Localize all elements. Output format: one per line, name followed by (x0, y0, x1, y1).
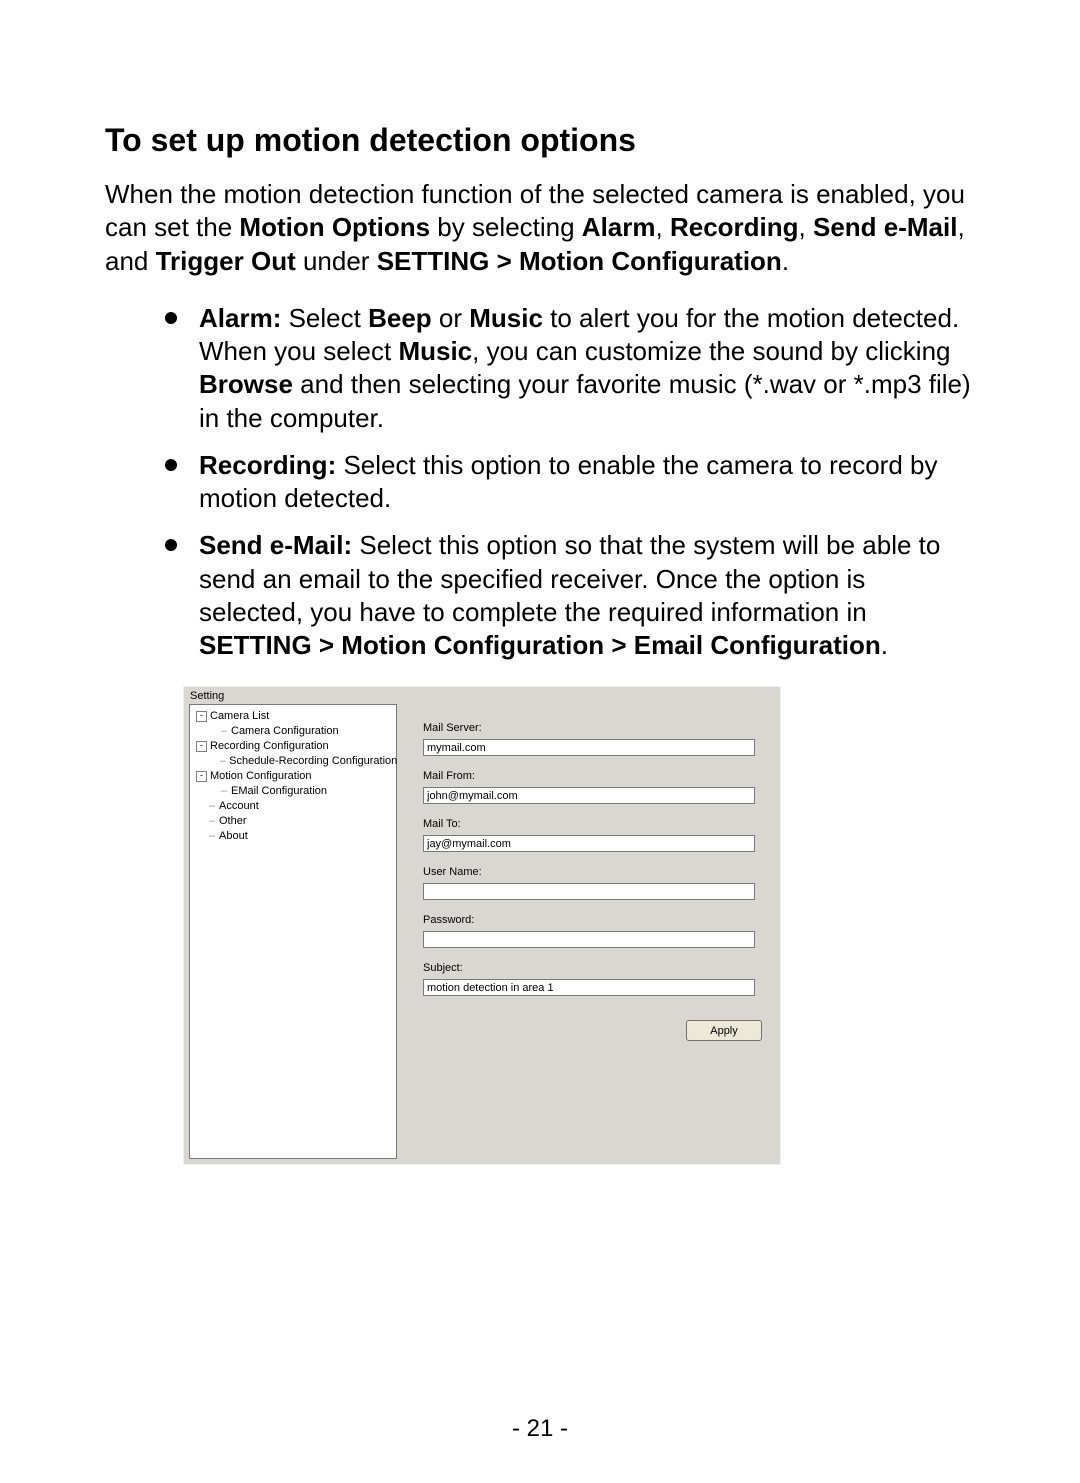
tree-item-recording-config[interactable]: - Recording Configuration (196, 739, 392, 754)
tree-label: Schedule-Recording Configuration (229, 754, 397, 769)
tree-label: EMail Configuration (231, 784, 327, 799)
intro-text: , (656, 212, 670, 242)
bullet-bold: Beep (368, 303, 432, 333)
tree-branch-icon: – (220, 754, 226, 769)
mail-server-input[interactable] (423, 739, 755, 756)
tree-item-schedule-recording[interactable]: – Schedule-Recording Configuration (196, 754, 392, 769)
tree-item-motion-config[interactable]: - Motion Configuration (196, 769, 392, 784)
apply-button[interactable]: Apply (686, 1020, 762, 1041)
tree-label: Camera List (210, 709, 269, 724)
tree-label: Other (219, 814, 247, 829)
bullet-recording: Recording: Select this option to enable … (165, 449, 975, 516)
tree-label: Camera Configuration (231, 724, 339, 739)
tree-item-account[interactable]: – Account (196, 799, 392, 814)
password-label: Password: (423, 914, 762, 926)
password-input[interactable] (423, 931, 755, 948)
bullet-bold: Music (469, 303, 543, 333)
settings-header: Setting (184, 687, 780, 704)
page-number: - 21 - (0, 1415, 1080, 1443)
bullet-bold: Music (398, 336, 472, 366)
tree-item-email-config[interactable]: – EMail Configuration (196, 784, 392, 799)
intro-text: under (296, 246, 377, 276)
mail-to-input[interactable] (423, 835, 755, 852)
tree-item-about[interactable]: – About (196, 829, 392, 844)
tree-item-camera-config[interactable]: – Camera Configuration (196, 724, 392, 739)
intro-paragraph: When the motion detection function of th… (105, 178, 975, 278)
bullet-alarm: Alarm: Select Beep or Music to alert you… (165, 302, 975, 435)
tree-label: About (219, 829, 248, 844)
intro-bold: Send e-Mail (813, 212, 957, 242)
intro-bold: Motion Options (239, 212, 430, 242)
bullet-lead: Alarm: (199, 303, 281, 333)
mail-to-label: Mail To: (423, 818, 762, 830)
tree-item-camera-list[interactable]: - Camera List (196, 709, 392, 724)
bullet-text: and then selecting your favorite music (… (199, 369, 971, 432)
bullet-text: . (881, 630, 888, 660)
bullet-bold: Browse (199, 369, 293, 399)
bullet-text: or (432, 303, 470, 333)
user-name-input[interactable] (423, 883, 755, 900)
user-name-label: User Name: (423, 866, 762, 878)
intro-bold: Trigger Out (156, 246, 296, 276)
document-page: To set up motion detection options When … (0, 0, 1080, 1483)
tree-collapse-icon[interactable]: - (196, 711, 207, 722)
settings-tree[interactable]: - Camera List – Camera Configuration - R… (189, 704, 397, 1159)
page-title: To set up motion detection options (105, 120, 975, 160)
intro-bold: Alarm (582, 212, 656, 242)
subject-label: Subject: (423, 962, 762, 974)
mail-from-input[interactable] (423, 787, 755, 804)
tree-label: Account (219, 799, 259, 814)
bullet-lead: Recording: (199, 450, 336, 480)
mail-server-label: Mail Server: (423, 722, 762, 734)
subject-input[interactable] (423, 979, 755, 996)
tree-branch-icon: – (208, 829, 216, 844)
bullet-text: Select (281, 303, 368, 333)
bullet-list: Alarm: Select Beep or Music to alert you… (105, 302, 975, 663)
mail-from-label: Mail From: (423, 770, 762, 782)
tree-branch-icon: – (220, 724, 228, 739)
intro-text: , (799, 212, 813, 242)
tree-branch-icon: – (208, 814, 216, 829)
intro-bold: SETTING > Motion Configuration (377, 246, 782, 276)
intro-text: . (782, 246, 789, 276)
bullet-send-email: Send e-Mail: Select this option so that … (165, 529, 975, 662)
tree-branch-icon: – (208, 799, 216, 814)
bullet-bold: SETTING > Motion Configuration > Email C… (199, 630, 881, 660)
bullet-text: , you can customize the sound by clickin… (472, 336, 950, 366)
bullet-lead: Send e-Mail: (199, 530, 352, 560)
tree-item-other[interactable]: – Other (196, 814, 392, 829)
settings-dialog: Setting - Camera List – Camera Configura… (183, 686, 781, 1165)
email-config-form: Mail Server: Mail From: Mail To: User Na… (397, 704, 780, 1164)
tree-label: Recording Configuration (210, 739, 329, 754)
settings-body: - Camera List – Camera Configuration - R… (184, 704, 780, 1164)
intro-text: by selecting (430, 212, 582, 242)
tree-collapse-icon[interactable]: - (196, 741, 207, 752)
tree-label: Motion Configuration (210, 769, 312, 784)
intro-bold: Recording (670, 212, 799, 242)
tree-collapse-icon[interactable]: - (196, 771, 207, 782)
tree-branch-icon: – (220, 784, 228, 799)
